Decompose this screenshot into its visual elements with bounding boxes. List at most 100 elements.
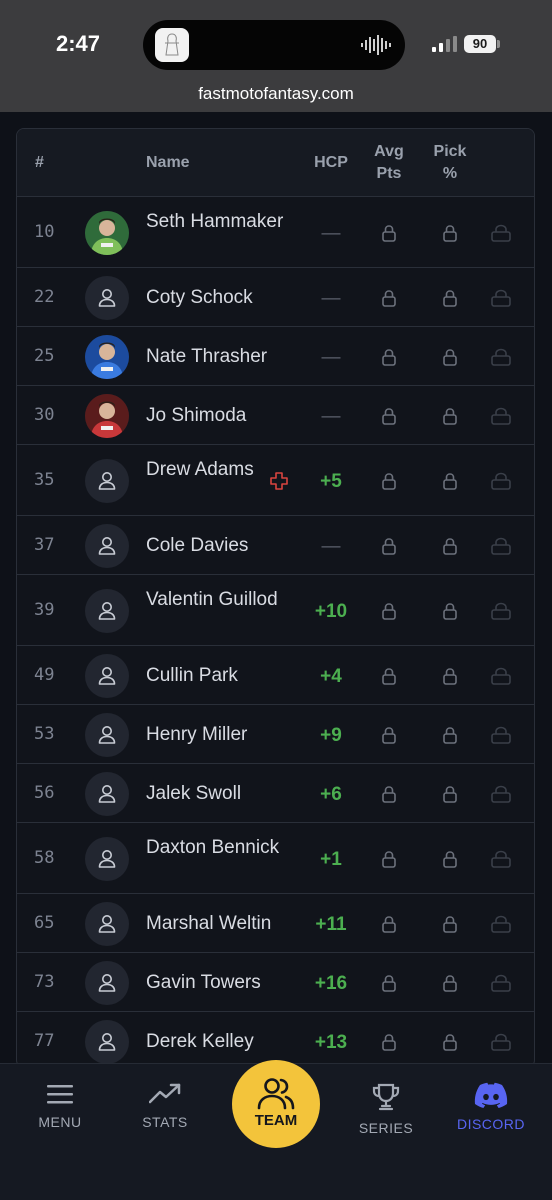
rider-photo	[85, 211, 129, 255]
table-row[interactable]: 39 Valentin Guillod +10	[17, 576, 534, 646]
lock-icon	[442, 850, 458, 868]
lock-icon	[491, 974, 511, 992]
lock-icon	[442, 974, 458, 992]
lock-icon	[491, 850, 511, 868]
rider-rank: 53	[34, 724, 55, 744]
discord-icon	[474, 1082, 508, 1108]
lock-icon	[491, 915, 511, 933]
nav-discord[interactable]: DISCORD	[441, 1082, 541, 1132]
lock-icon	[491, 537, 511, 555]
lock-icon	[381, 915, 397, 933]
nav-team-button[interactable]: TEAM	[232, 1060, 320, 1148]
rider-name[interactable]: Cole Davies	[146, 534, 296, 557]
table-row[interactable]: 10 Seth Hammaker —	[17, 198, 534, 268]
rider-hcp: +16	[314, 973, 348, 994]
header-rank[interactable]: #	[35, 152, 44, 174]
lock-icon	[381, 289, 397, 307]
rider-rank: 49	[34, 665, 55, 685]
lock-icon	[442, 602, 458, 620]
lock-icon	[381, 1033, 397, 1051]
lock-icon	[491, 224, 511, 242]
table-row[interactable]: 49 Cullin Park +4	[17, 647, 534, 705]
rider-name[interactable]: Coty Schock	[146, 286, 296, 309]
header-name[interactable]: Name	[146, 152, 190, 174]
rider-photo	[85, 394, 129, 438]
battery-icon: 90	[464, 35, 496, 53]
lock-icon	[442, 472, 458, 490]
rider-name[interactable]: Cullin Park	[146, 664, 296, 687]
rider-hcp: +4	[320, 666, 342, 687]
nav-menu[interactable]: MENU	[10, 1082, 110, 1130]
rider-name[interactable]: Gavin Towers	[146, 971, 296, 994]
lock-icon	[381, 726, 397, 744]
lock-icon	[381, 224, 397, 242]
dynamic-island[interactable]	[143, 20, 405, 70]
user-placeholder-icon	[98, 602, 116, 620]
rider-name[interactable]: Derek Kelley	[146, 1030, 296, 1053]
team-users-icon	[257, 1078, 295, 1110]
rider-rank: 73	[34, 972, 55, 992]
rider-hcp: +10	[314, 601, 348, 622]
rider-rank: 30	[34, 405, 55, 425]
rider-name[interactable]: Valentin Guillod	[146, 588, 296, 611]
status-bar: 2:47 90 fastmotofantasy.com	[0, 0, 552, 112]
rider-avatar	[85, 772, 129, 816]
user-placeholder-icon	[98, 667, 116, 685]
lock-icon	[442, 1033, 458, 1051]
lock-icon	[381, 348, 397, 366]
rider-name[interactable]: Marshal Weltin	[146, 912, 296, 935]
rider-avatar	[85, 654, 129, 698]
nav-series[interactable]: SERIES	[336, 1082, 436, 1136]
rider-name[interactable]: Nate Thrasher	[146, 345, 296, 368]
header-avg-pts[interactable]: Avg Pts	[363, 141, 415, 185]
lock-icon	[442, 785, 458, 803]
nav-menu-label: MENU	[38, 1114, 82, 1130]
table-row[interactable]: 35 Drew Adams +5	[17, 446, 534, 516]
lock-icon	[491, 1033, 511, 1051]
rider-hcp: +13	[314, 1032, 348, 1053]
header-hcp[interactable]: HCP	[305, 152, 357, 174]
user-placeholder-icon	[98, 785, 116, 803]
table-row[interactable]: 30 Jo Shimoda —	[17, 387, 534, 445]
rider-avatar	[85, 459, 129, 503]
clock: 2:47	[56, 31, 101, 56]
battery-tip	[497, 40, 500, 48]
user-placeholder-icon	[98, 726, 116, 744]
user-placeholder-icon	[98, 974, 116, 992]
lock-icon	[442, 915, 458, 933]
nav-stats[interactable]: STATS	[115, 1082, 215, 1130]
user-placeholder-icon	[98, 850, 116, 868]
table-row[interactable]: 53 Henry Miller +9	[17, 706, 534, 764]
lock-icon	[491, 472, 511, 490]
user-placeholder-icon	[98, 1033, 116, 1051]
rider-avatar	[85, 335, 129, 379]
rider-hcp: +5	[320, 471, 342, 492]
nav-stats-label: STATS	[142, 1114, 188, 1130]
header-pick-pct[interactable]: Pick %	[422, 141, 478, 185]
url-bar[interactable]: fastmotofantasy.com	[0, 84, 552, 104]
table-row[interactable]: 73 Gavin Towers +16	[17, 954, 534, 1012]
table-row[interactable]: 37 Cole Davies —	[17, 517, 534, 575]
lock-icon	[442, 537, 458, 555]
table-row[interactable]: 65 Marshal Weltin +11	[17, 895, 534, 953]
nav-team-label: TEAM	[254, 1112, 298, 1129]
lock-icon	[442, 726, 458, 744]
rider-name[interactable]: Daxton Bennick	[146, 836, 296, 859]
rider-rank: 35	[34, 470, 55, 490]
rider-hcp: —	[321, 406, 341, 427]
rider-avatar	[85, 394, 129, 438]
lock-icon	[442, 667, 458, 685]
lock-icon	[491, 602, 511, 620]
lock-icon	[442, 224, 458, 242]
table-row[interactable]: 58 Daxton Bennick +1	[17, 824, 534, 894]
table-row[interactable]: 22 Coty Schock —	[17, 269, 534, 327]
rider-name[interactable]: Jalek Swoll	[146, 782, 296, 805]
table-row[interactable]: 25 Nate Thrasher —	[17, 328, 534, 386]
cellular-signal-icon	[432, 36, 457, 52]
rider-rank: 37	[34, 535, 55, 555]
table-row[interactable]: 56 Jalek Swoll +6	[17, 765, 534, 823]
rider-hcp: —	[321, 347, 341, 368]
rider-name[interactable]: Henry Miller	[146, 723, 296, 746]
rider-name[interactable]: Jo Shimoda	[146, 404, 296, 427]
rider-name[interactable]: Seth Hammaker	[146, 210, 296, 233]
